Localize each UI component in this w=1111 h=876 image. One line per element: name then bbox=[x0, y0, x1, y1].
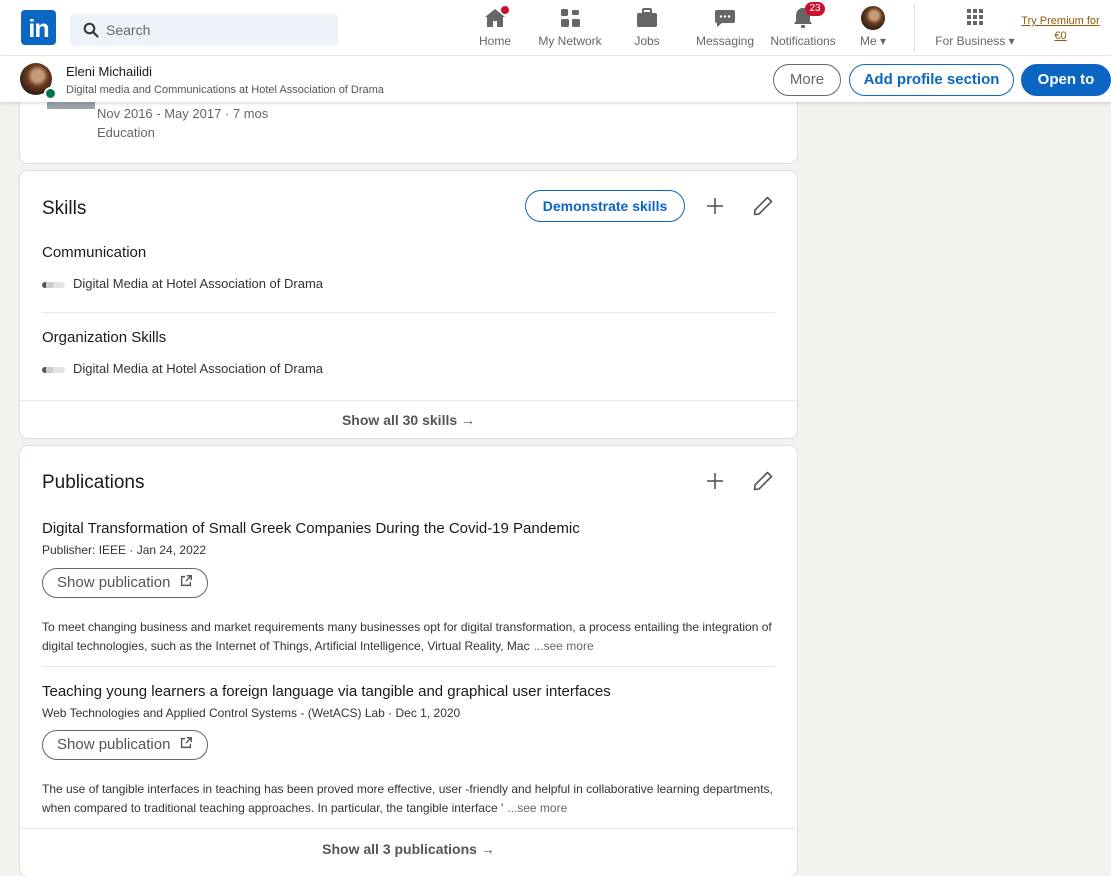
profile-headline: Digital media and Communications at Hote… bbox=[66, 84, 384, 96]
see-more-link[interactable]: ...see more bbox=[534, 639, 594, 653]
demonstrate-skills-button[interactable]: Demonstrate skills bbox=[525, 190, 685, 222]
nav-my-network-label: My Network bbox=[538, 34, 602, 48]
try-premium-link[interactable]: Try Premium for €0 bbox=[1010, 14, 1111, 44]
search-input[interactable] bbox=[106, 14, 326, 46]
show-all-publications-link[interactable]: Show all 3 publications → bbox=[20, 841, 797, 857]
search-icon bbox=[83, 22, 99, 38]
external-link-icon bbox=[180, 575, 192, 587]
publication-meta: Publisher: IEEE · Jan 24, 2022 bbox=[42, 543, 207, 557]
bell-icon: 23 bbox=[791, 2, 825, 30]
company-logo-icon bbox=[42, 366, 65, 373]
skills-title: Skills bbox=[42, 198, 87, 219]
add-profile-section-button[interactable]: Add profile section bbox=[849, 64, 1014, 96]
divider bbox=[20, 828, 797, 829]
external-link-icon bbox=[180, 737, 192, 749]
publication-title: Teaching young learners a foreign langua… bbox=[42, 683, 611, 700]
education-type: Education bbox=[97, 125, 155, 140]
show-publication-button[interactable]: Show publication bbox=[42, 568, 208, 598]
chevron-down-icon: ▾ bbox=[879, 34, 887, 48]
online-status-icon bbox=[44, 87, 57, 100]
nav-for-business[interactable]: For Business ▾ bbox=[929, 6, 1021, 48]
add-publication-icon[interactable] bbox=[703, 469, 727, 493]
show-publication-button[interactable]: Show publication bbox=[42, 730, 208, 760]
company-logo-icon bbox=[42, 281, 65, 288]
add-skill-icon[interactable] bbox=[703, 194, 727, 218]
nav-notifications[interactable]: 23 Notifications bbox=[763, 2, 843, 48]
publications-title: Publications bbox=[42, 472, 145, 493]
publications-section: Publications Digital Transformation of S… bbox=[20, 446, 797, 876]
show-all-skills-link[interactable]: Show all 30 skills → bbox=[20, 412, 797, 428]
edit-skills-icon[interactable] bbox=[751, 194, 775, 218]
home-notification-dot bbox=[501, 6, 509, 14]
show-publication-label: Show publication bbox=[57, 574, 171, 591]
education-dates: Nov 2016 - May 2017 · 7 mos bbox=[97, 106, 269, 121]
premium-line-2: €0 bbox=[1054, 30, 1067, 42]
nav-jobs[interactable]: Jobs bbox=[607, 6, 687, 48]
publication-description: The use of tangible interfaces in teachi… bbox=[42, 780, 777, 818]
nav-divider bbox=[914, 4, 915, 52]
skill-name[interactable]: Communication bbox=[42, 244, 146, 261]
grid-icon bbox=[963, 6, 987, 30]
briefcase-icon bbox=[635, 6, 659, 30]
divider bbox=[42, 666, 775, 667]
linkedin-logo[interactable]: in bbox=[21, 10, 56, 45]
publication-title: Digital Transformation of Small Greek Co… bbox=[42, 520, 580, 537]
nav-home-label: Home bbox=[478, 34, 511, 48]
profile-name: Eleni Michailidi bbox=[66, 64, 152, 79]
publication-description: To meet changing business and market req… bbox=[42, 618, 777, 656]
global-nav: in Home My Network Jobs bbox=[0, 0, 1111, 56]
publication-meta: Web Technologies and Applied Control Sys… bbox=[42, 706, 461, 720]
edit-publications-icon[interactable] bbox=[751, 469, 775, 493]
skill-context-text: Digital Media at Hotel Association of Dr… bbox=[73, 361, 324, 376]
nav-for-business-label: For Business ▾ bbox=[929, 34, 1021, 48]
skill-name[interactable]: Organization Skills bbox=[42, 329, 166, 346]
nav-messaging[interactable]: Messaging bbox=[685, 6, 765, 48]
open-to-button[interactable]: Open to bbox=[1021, 64, 1111, 96]
divider bbox=[20, 400, 797, 401]
publication-description-text: The use of tangible interfaces in teachi… bbox=[42, 782, 773, 815]
search-box[interactable] bbox=[70, 14, 338, 46]
premium-line-1: Try Premium for bbox=[1021, 15, 1100, 27]
nav-me-text: Me bbox=[859, 34, 877, 48]
nav-notifications-label: Notifications bbox=[770, 34, 836, 48]
skill-context-text: Digital Media at Hotel Association of Dr… bbox=[73, 276, 324, 291]
publication-description-text: To meet changing business and market req… bbox=[42, 620, 772, 653]
nav-home[interactable]: Home bbox=[455, 6, 535, 48]
nav-messaging-label: Messaging bbox=[695, 34, 755, 48]
skills-section: Skills Demonstrate skills Communication … bbox=[20, 171, 797, 438]
divider bbox=[42, 312, 775, 313]
nav-jobs-label: Jobs bbox=[634, 34, 660, 48]
network-icon bbox=[558, 6, 582, 30]
skill-context: Digital Media at Hotel Association of Dr… bbox=[42, 276, 323, 291]
see-more-link[interactable]: ...see more bbox=[507, 801, 567, 815]
messaging-icon bbox=[713, 6, 737, 30]
nav-me[interactable]: Me ▾ bbox=[833, 6, 913, 48]
nav-me-label: Me ▾ bbox=[833, 34, 913, 48]
nav-my-network[interactable]: My Network bbox=[530, 6, 610, 48]
nav-for-business-text: For Business bbox=[935, 34, 1006, 48]
notifications-badge: 23 bbox=[805, 2, 825, 16]
sticky-profile-bar: Eleni Michailidi Digital media and Commu… bbox=[0, 56, 1111, 102]
show-publication-label: Show publication bbox=[57, 736, 171, 753]
avatar-icon bbox=[861, 6, 885, 30]
home-icon bbox=[483, 6, 509, 30]
more-button[interactable]: More bbox=[773, 64, 841, 96]
skill-context: Digital Media at Hotel Association of Dr… bbox=[42, 361, 323, 376]
